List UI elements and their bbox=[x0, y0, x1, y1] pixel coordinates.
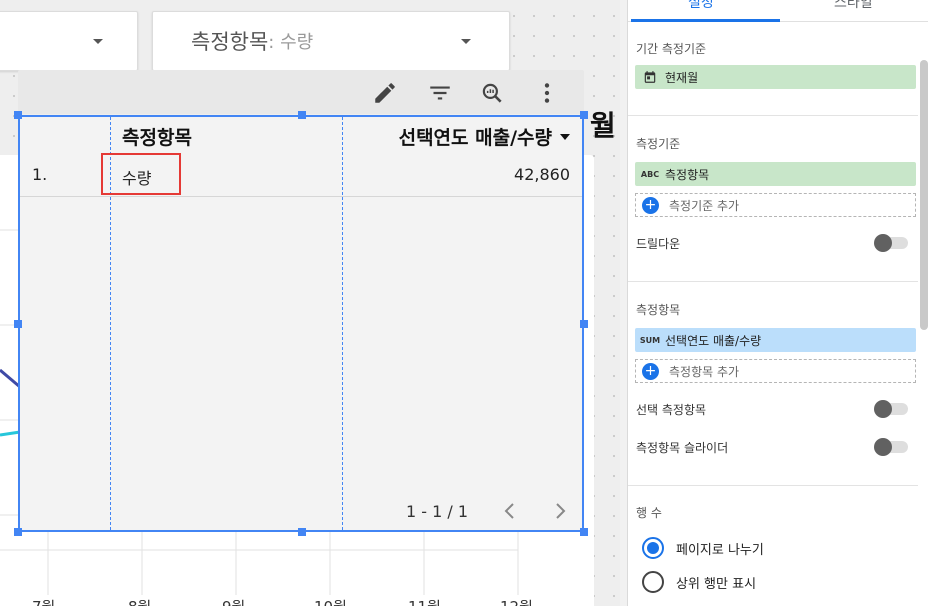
chart-toolbar bbox=[18, 70, 584, 114]
add-metric-label: 측정항목 추가 bbox=[669, 364, 740, 379]
resize-handle[interactable] bbox=[14, 528, 22, 536]
resize-handle[interactable] bbox=[298, 111, 306, 119]
panel-scrollbar[interactable] bbox=[920, 60, 928, 330]
filter-icon[interactable] bbox=[427, 80, 453, 106]
properties-panel: 설정 스타일 기간 측정기준 현재월 측정기준 ABC 측정항목 + 측정기준 … bbox=[627, 0, 928, 606]
metric-chip[interactable]: SUM 선택연도 매출/수량 bbox=[635, 328, 916, 352]
edit-icon[interactable] bbox=[372, 80, 398, 106]
abc-type-icon: ABC bbox=[640, 169, 660, 179]
sum-type-icon: SUM bbox=[639, 335, 661, 345]
x-tick: 8월 bbox=[128, 596, 151, 606]
divider bbox=[628, 281, 918, 282]
pagination: 1 - 1 / 1 bbox=[406, 500, 572, 522]
sort-desc-icon[interactable] bbox=[560, 133, 570, 140]
metric-chip-label: 선택연도 매출/수량 bbox=[665, 333, 762, 348]
toggle-knob bbox=[874, 400, 892, 418]
metric-control-value: : 수량 bbox=[268, 32, 314, 53]
radio-checked-icon[interactable] bbox=[642, 537, 664, 559]
active-tab-indicator bbox=[631, 19, 780, 22]
column-header-metric[interactable]: 측정항목 bbox=[122, 123, 192, 150]
x-tick: 10월 bbox=[314, 596, 347, 606]
chevron-down-icon bbox=[461, 39, 471, 44]
dimension-section-label: 측정기준 bbox=[636, 137, 681, 151]
resize-handle[interactable] bbox=[14, 111, 22, 119]
metric-slider-row: 측정항목 슬라이더 bbox=[636, 437, 908, 457]
add-icon: + bbox=[642, 196, 659, 214]
row-metric-value: 42,860 bbox=[514, 165, 570, 184]
drilldown-label: 드릴다운 bbox=[636, 237, 681, 251]
radio-paginate-label: 페이지로 나누기 bbox=[676, 542, 764, 558]
more-vert-icon[interactable] bbox=[534, 80, 560, 106]
resize-handle[interactable] bbox=[14, 320, 22, 328]
divider bbox=[628, 485, 918, 486]
row-metric-name: 수량 bbox=[122, 169, 152, 188]
next-page-button[interactable] bbox=[550, 500, 572, 522]
tab-setup[interactable]: 설정 bbox=[688, 0, 714, 12]
report-canvas[interactable]: 측정항목 : 수량 7월 8월 9월 10월 bbox=[0, 0, 620, 606]
panel-tabs: 설정 스타일 bbox=[628, 0, 928, 22]
prev-page-button[interactable] bbox=[498, 500, 520, 522]
metric-control-label: 측정항목 bbox=[191, 30, 269, 54]
radio-top-rows[interactable]: 상위 행만 표시 bbox=[642, 571, 756, 593]
add-icon: + bbox=[642, 362, 659, 380]
optional-metrics-label: 선택 측정항목 bbox=[636, 403, 707, 417]
add-metric-button[interactable]: + 측정항목 추가 bbox=[635, 359, 916, 383]
dimension-chip[interactable]: ABC 측정항목 bbox=[635, 162, 916, 186]
toggle-knob bbox=[874, 234, 892, 252]
dimension-chip-label: 측정항목 bbox=[665, 167, 710, 182]
resize-handle[interactable] bbox=[298, 528, 306, 536]
x-tick: 12월 bbox=[500, 596, 533, 606]
x-tick: 9월 bbox=[222, 596, 245, 606]
series-line-2 bbox=[0, 430, 21, 437]
metric-slider-label: 측정항목 슬라이더 bbox=[636, 441, 729, 455]
resize-handle[interactable] bbox=[580, 528, 588, 536]
calendar-icon bbox=[635, 70, 665, 84]
add-dimension-label: 측정기준 추가 bbox=[669, 198, 740, 213]
table-row[interactable]: 1. 수량 42,860 bbox=[20, 153, 582, 197]
toggle-knob bbox=[874, 438, 892, 456]
divider bbox=[628, 115, 918, 116]
optional-metrics-row: 선택 측정항목 bbox=[636, 399, 908, 419]
radio-unchecked-icon[interactable] bbox=[642, 571, 664, 593]
chevron-down-icon bbox=[93, 39, 103, 44]
chevron-right-icon bbox=[556, 503, 566, 519]
metric-slider-toggle[interactable] bbox=[874, 438, 908, 456]
x-tick: 11월 bbox=[408, 596, 441, 606]
column-header-sales[interactable]: 선택연도 매출/수량 bbox=[399, 123, 570, 150]
rows-section-label: 행 수 bbox=[636, 506, 662, 520]
metric-control-dropdown[interactable]: 측정항목 : 수량 bbox=[152, 11, 510, 71]
explore-icon[interactable] bbox=[479, 80, 505, 106]
table-chart[interactable]: 측정항목 선택연도 매출/수량 1. 수량 42,860 1 - 1 / 1 bbox=[18, 115, 584, 532]
x-tick: 7월 bbox=[32, 596, 55, 606]
add-dimension-button[interactable]: + 측정기준 추가 bbox=[635, 193, 916, 217]
x-axis-ticks: 7월 8월 9월 10월 11월 12월 bbox=[0, 596, 620, 606]
column-header-sales-label: 선택연도 매출/수량 bbox=[398, 127, 552, 149]
resize-handle[interactable] bbox=[580, 111, 588, 119]
chevron-left-icon bbox=[504, 503, 514, 519]
date-range-dimension-value: 현재월 bbox=[665, 70, 699, 85]
drilldown-row: 드릴다운 bbox=[636, 233, 908, 253]
filter-control-dropdown[interactable] bbox=[0, 11, 138, 71]
date-range-dimension-chip[interactable]: 현재월 bbox=[635, 65, 916, 89]
row-index: 1. bbox=[32, 165, 48, 184]
radio-top-rows-label: 상위 행만 표시 bbox=[676, 576, 757, 592]
date-range-dimension-label: 기간 측정기준 bbox=[636, 42, 707, 56]
pagination-text: 1 - 1 / 1 bbox=[405, 501, 468, 521]
optional-metrics-toggle[interactable] bbox=[874, 400, 908, 418]
metric-section-label: 측정항목 bbox=[636, 303, 681, 317]
tab-style[interactable]: 스타일 bbox=[834, 0, 873, 12]
resize-handle[interactable] bbox=[580, 320, 588, 328]
drilldown-toggle[interactable] bbox=[874, 234, 908, 252]
radio-paginate[interactable]: 페이지로 나누기 bbox=[642, 537, 764, 559]
series-line-1 bbox=[0, 368, 21, 389]
chart-title-fragment: 월 bbox=[590, 109, 616, 142]
